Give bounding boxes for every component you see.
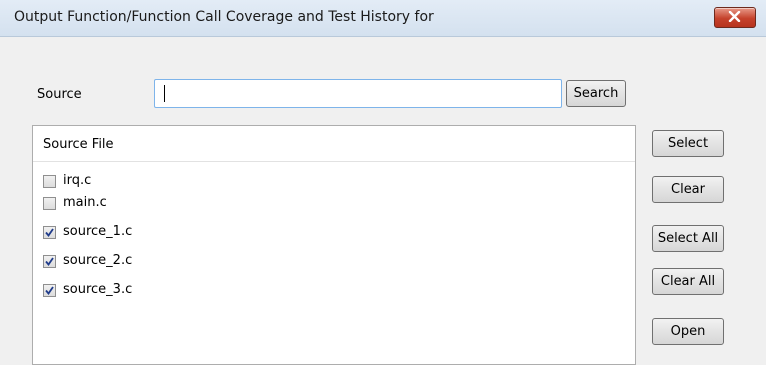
select-button[interactable]: Select [652, 130, 724, 157]
source-file-list: Source File irq.c main.c source_1.c sour… [32, 125, 636, 365]
list-item[interactable]: source_2.c [43, 251, 343, 273]
list-header: Source File [33, 126, 635, 162]
list-item[interactable]: main.c [43, 193, 343, 215]
window-title: Output Function/Function Call Coverage a… [14, 9, 434, 25]
checkbox[interactable] [43, 197, 56, 210]
search-button[interactable]: Search [566, 80, 626, 107]
text-caret [164, 85, 165, 102]
checkmark-icon [45, 286, 54, 295]
open-button[interactable]: Open [652, 318, 724, 345]
select-all-button[interactable]: Select All [652, 225, 724, 252]
list-item[interactable]: source_3.c [43, 280, 343, 302]
list-item-label: main.c [63, 195, 107, 210]
checkbox[interactable] [43, 226, 56, 239]
title-bar: Output Function/Function Call Coverage a… [0, 0, 766, 37]
list-header-label: Source File [43, 137, 114, 152]
list-item-label: source_2.c [63, 253, 133, 268]
close-button[interactable] [714, 7, 756, 28]
checkbox[interactable] [43, 175, 56, 188]
list-item-label: source_3.c [63, 282, 133, 297]
source-label: Source [37, 87, 82, 102]
checkbox[interactable] [43, 284, 56, 297]
checkbox[interactable] [43, 255, 56, 268]
checkmark-icon [45, 257, 54, 266]
clear-all-button[interactable]: Clear All [652, 268, 724, 295]
list-item-label: irq.c [63, 173, 92, 188]
clear-button[interactable]: Clear [652, 176, 724, 203]
source-input[interactable] [154, 79, 562, 108]
list-item[interactable]: source_1.c [43, 222, 343, 244]
close-icon [728, 11, 741, 22]
list-item[interactable]: irq.c [43, 171, 343, 193]
list-item-label: source_1.c [63, 224, 133, 239]
checkmark-icon [45, 228, 54, 237]
